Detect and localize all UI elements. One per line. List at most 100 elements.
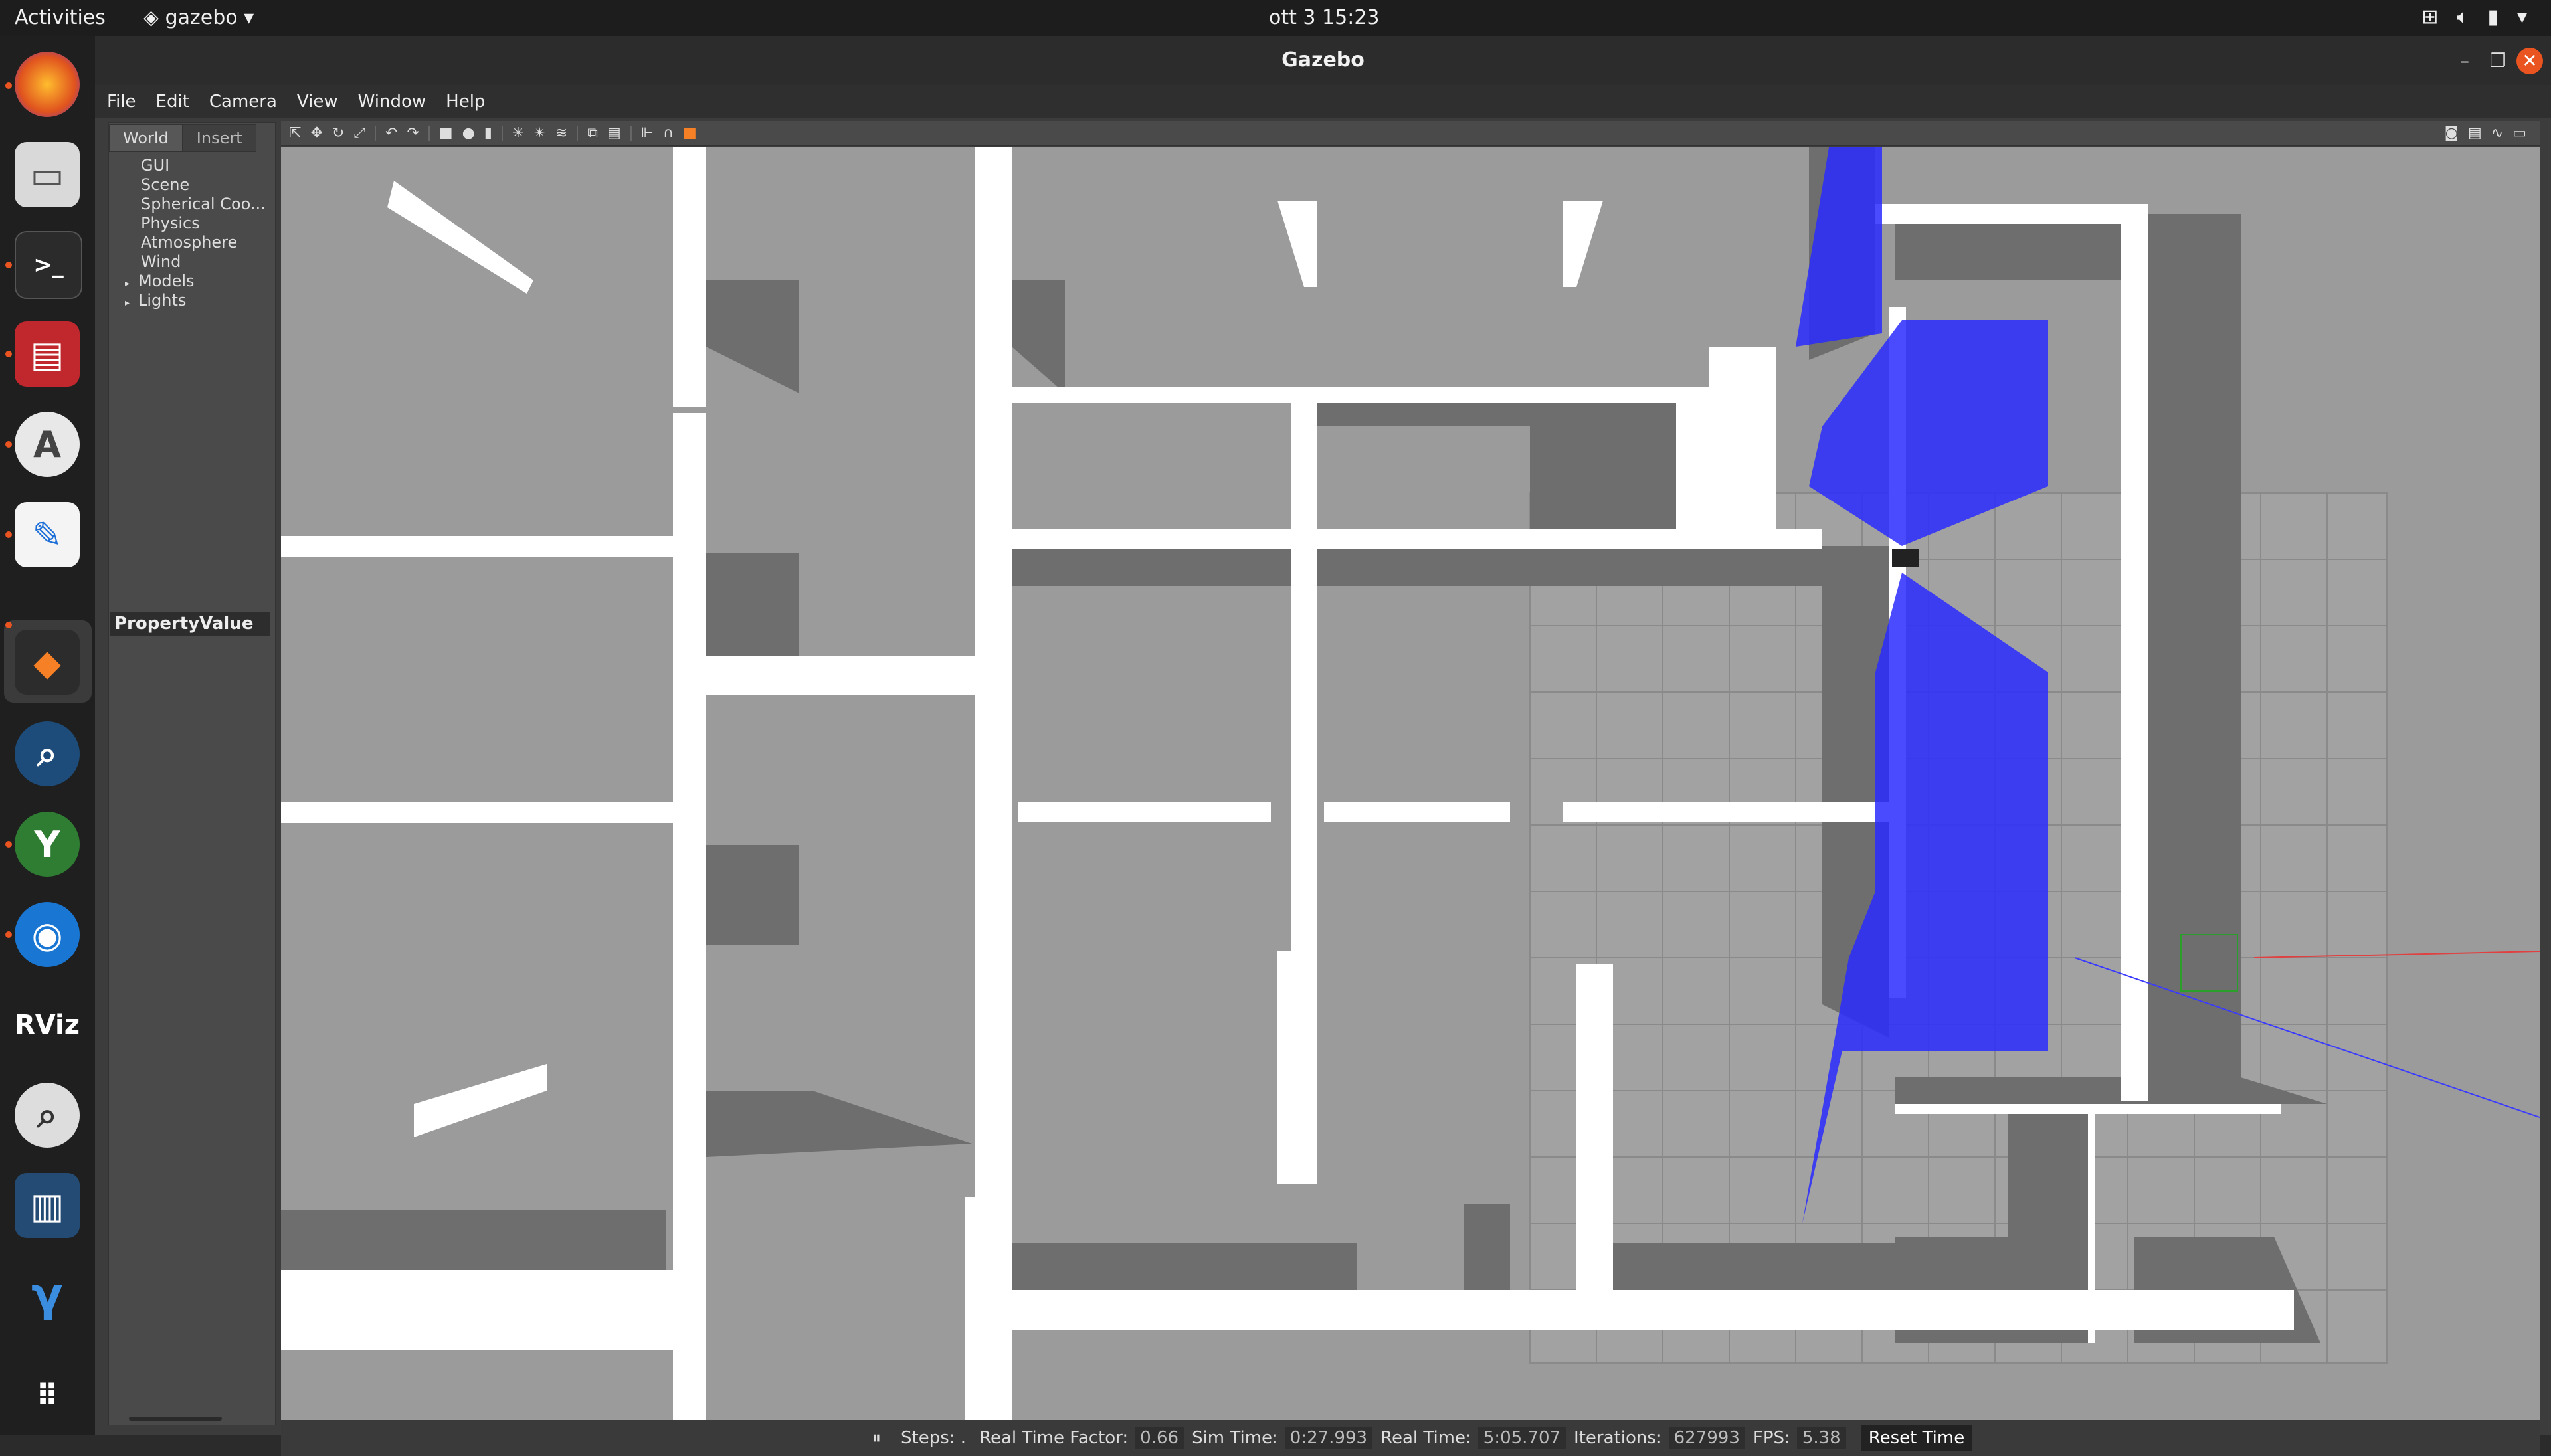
- box-shape-icon[interactable]: ■: [439, 125, 453, 141]
- robot-model[interactable]: [1892, 549, 1919, 567]
- property-header: PropertyValue: [110, 612, 270, 636]
- files-icon[interactable]: ▭: [15, 142, 80, 207]
- screenshot-icon[interactable]: ◙: [2445, 125, 2459, 141]
- copy-icon[interactable]: ⧉: [587, 125, 598, 141]
- toolbar-separator: [577, 125, 579, 141]
- horizontal-scrollbar[interactable]: [129, 1417, 222, 1421]
- menu-window[interactable]: Window: [358, 92, 426, 112]
- tree-item-wind[interactable]: Wind: [109, 252, 275, 272]
- maximize-button[interactable]: ❐: [2485, 48, 2511, 74]
- activities-button[interactable]: Activities: [15, 6, 106, 29]
- terminal-icon[interactable]: >_: [15, 231, 82, 299]
- plot-icon[interactable]: ∿: [2491, 125, 2503, 141]
- fps-value: 5.38: [1796, 1427, 1846, 1449]
- pause-button[interactable]: ⏸: [872, 1428, 881, 1449]
- point-light-icon[interactable]: ✳: [512, 125, 524, 141]
- app-menu[interactable]: ◈ gazebo ▾: [143, 6, 254, 29]
- close-button[interactable]: ✕: [2516, 48, 2543, 74]
- fps-label: FPS:: [1752, 1428, 1790, 1448]
- toolbar-separator: [374, 125, 376, 141]
- rviz-icon[interactable]: RViz: [15, 992, 80, 1057]
- tree-item-lights[interactable]: ▸ Lights: [109, 291, 275, 310]
- tree-item-gui[interactable]: GUI: [109, 156, 275, 175]
- network-icon: ⊞: [2421, 5, 2439, 29]
- sim-time-label: Sim Time:: [1192, 1428, 1278, 1448]
- firefox-icon[interactable]: [15, 52, 80, 117]
- window-titlebar[interactable]: Gazebo – ❐ ✕: [95, 36, 2551, 85]
- iterations-label: Iterations:: [1574, 1428, 1662, 1448]
- reset-time-button[interactable]: Reset Time: [1860, 1425, 1973, 1451]
- sim-time-value: 0:27.993: [1284, 1427, 1373, 1449]
- change-view-icon[interactable]: ■: [683, 125, 697, 141]
- translate-mode-icon[interactable]: ✥: [310, 125, 322, 141]
- eye-icon[interactable]: ◉: [15, 902, 80, 967]
- tree-item-label: GUI: [141, 156, 170, 175]
- menu-file[interactable]: File: [107, 92, 136, 112]
- video-icon[interactable]: ▭: [2512, 125, 2526, 141]
- toolbar-separator: [428, 125, 430, 141]
- gazebo-icon[interactable]: ◆: [15, 630, 80, 695]
- tab-world[interactable]: World: [109, 124, 183, 152]
- show-apps-icon[interactable]: ⠿: [15, 1363, 80, 1428]
- select-mode-icon[interactable]: ⇱: [289, 125, 301, 141]
- align-icon[interactable]: ⊩: [641, 125, 654, 141]
- tree-item-atmosphere[interactable]: Atmosphere: [109, 233, 275, 252]
- tree-item-scene[interactable]: Scene: [109, 175, 275, 195]
- scale-mode-icon[interactable]: ⤢: [353, 125, 365, 141]
- spot-light-icon[interactable]: ✴: [533, 125, 545, 141]
- tree-item-label: Wind: [141, 252, 181, 271]
- menu-help[interactable]: Help: [446, 92, 485, 112]
- menu-bar: File Edit Camera View Window Help: [95, 85, 2551, 118]
- system-tray[interactable]: ⊞ 🔈︎ ▮ ▾: [2421, 5, 2527, 29]
- yakuake-icon[interactable]: Y: [15, 812, 80, 877]
- world-tree: GUI Scene Spherical Coo... Physics Atmos…: [109, 156, 275, 310]
- left-panel: World Insert GUI Scene Spherical Coo... …: [108, 122, 276, 1425]
- cylinder-shape-icon[interactable]: ▮: [484, 125, 492, 141]
- tree-item-spherical-coordinates[interactable]: Spherical Coo...: [109, 195, 275, 214]
- clock[interactable]: ott 3 15:23: [1269, 6, 1380, 29]
- menu-camera[interactable]: Camera: [209, 92, 277, 112]
- gamma-icon[interactable]: γ: [15, 1262, 80, 1327]
- tab-insert[interactable]: Insert: [182, 124, 256, 152]
- steps-label[interactable]: Steps: .: [901, 1428, 966, 1448]
- directional-light-icon[interactable]: ≋: [555, 125, 567, 141]
- window-title: Gazebo: [1281, 48, 1365, 72]
- running-indicator: [5, 841, 12, 848]
- chevron-down-icon: ▾: [237, 6, 254, 29]
- snap-icon[interactable]: ∩: [663, 125, 674, 141]
- tree-item-label: Models: [138, 272, 195, 290]
- running-indicator: [5, 531, 12, 538]
- running-indicator: [5, 351, 12, 357]
- rtf-value: 0.66: [1135, 1427, 1184, 1449]
- iterations-value: 627993: [1668, 1427, 1745, 1449]
- magnifier-icon[interactable]: ⌕: [15, 1083, 80, 1148]
- sphere-shape-icon[interactable]: ●: [462, 125, 475, 141]
- app-icon[interactable]: ▤: [15, 321, 80, 387]
- gazebo-app-icon: ◈: [143, 6, 165, 29]
- log-icon[interactable]: ▤: [2468, 125, 2482, 141]
- text-editor-icon[interactable]: ✎: [15, 502, 80, 567]
- tree-item-label: Atmosphere: [141, 233, 238, 252]
- undo-icon[interactable]: ↶: [385, 125, 397, 141]
- running-indicator: [5, 262, 12, 268]
- rtf-label: Real Time Factor:: [979, 1428, 1129, 1448]
- menu-edit[interactable]: Edit: [156, 92, 189, 112]
- software-center-icon[interactable]: A: [15, 412, 80, 477]
- search-icon[interactable]: ⌕: [15, 721, 80, 786]
- redo-icon[interactable]: ↷: [407, 125, 419, 141]
- app-menu-label: gazebo: [165, 6, 238, 29]
- rotate-mode-icon[interactable]: ↻: [332, 125, 344, 141]
- 3d-viewport[interactable]: [281, 147, 2540, 1420]
- tree-item-physics[interactable]: Physics: [109, 214, 275, 233]
- menu-view[interactable]: View: [297, 92, 338, 112]
- minimize-button[interactable]: –: [2451, 48, 2478, 74]
- expand-arrow-icon[interactable]: ▸: [125, 274, 138, 291]
- expand-arrow-icon[interactable]: ▸: [125, 294, 138, 310]
- running-indicator: [5, 622, 12, 628]
- toolbar-separator: [501, 125, 503, 141]
- volume-icon: 🔈︎: [2457, 5, 2469, 29]
- paste-icon[interactable]: ▤: [607, 125, 621, 141]
- tree-item-models[interactable]: ▸ Models: [109, 272, 275, 291]
- battery-app-icon[interactable]: ▥: [15, 1173, 80, 1238]
- tree-item-label: Spherical Coo...: [141, 195, 266, 213]
